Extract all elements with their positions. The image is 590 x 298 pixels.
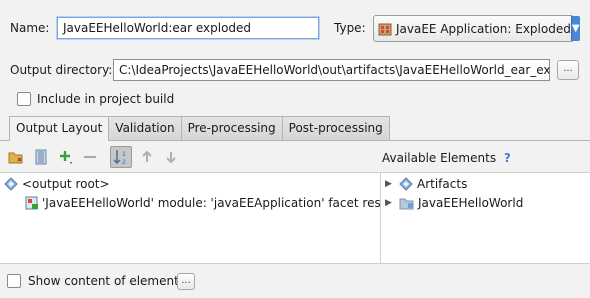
available-elements-tree[interactable]: ▶ Artifacts ▶ JavaEEHelloWorld [381,172,590,263]
chevron-down-icon[interactable]: ▼ [570,16,580,41]
move-down-icon[interactable] [163,149,179,165]
facet-resources-label: 'JavaEEHelloWorld' module: 'javaEEApplic… [42,196,421,210]
output-root-label: <output root> [22,177,110,191]
tab-bar: Output Layout Validation Pre-processing … [9,116,390,141]
output-directory-label: Output directory: [10,63,113,77]
tab-validation[interactable]: Validation [108,116,182,140]
sort-icon: 1 2 [113,150,126,166]
svg-text:2: 2 [122,159,126,166]
archive-icon[interactable] [33,149,49,165]
svg-text:1: 1 [122,151,126,158]
type-combobox[interactable]: JavaEE Application: Exploded ▼ [373,15,580,42]
expand-arrow-icon[interactable]: ▶ [385,179,399,189]
sort-elements-button[interactable]: 1 2 [110,146,132,168]
available-elements-title: Available Elements ? [382,151,511,165]
help-icon[interactable]: ? [504,151,511,165]
artifacts-label: Artifacts [417,177,468,191]
javaee-app-icon [378,22,392,36]
tab-output-layout[interactable]: Output Layout [9,116,110,141]
tab-post-processing[interactable]: Post-processing [281,116,390,140]
tree-row-output-root[interactable]: <output root> [4,175,110,193]
tree-row-facet-resources[interactable]: 'JavaEEHelloWorld' module: 'javaEEApplic… [25,194,421,212]
expand-arrow-icon[interactable]: ▶ [385,198,399,208]
tab-pre-processing[interactable]: Pre-processing [180,116,283,140]
show-content-options-button[interactable]: ... [177,273,195,290]
module-label: JavaEEHelloWorld [418,196,524,210]
output-directory-input[interactable]: C:\IdeaProjects\JavaEEHelloWorld\out\art… [113,59,550,81]
available-row-module[interactable]: ▶ JavaEEHelloWorld [385,194,523,212]
output-layout-tree[interactable]: <output root> 'JavaEEHelloWorld' module:… [0,172,421,263]
remove-icon[interactable] [82,149,98,165]
add-icon[interactable] [58,149,74,165]
name-input[interactable]: JavaEEHelloWorld:ear exploded [57,17,319,39]
available-row-artifacts[interactable]: ▶ Artifacts [385,175,467,193]
type-label: Type: [334,21,366,35]
move-up-icon[interactable] [139,149,155,165]
bottom-bar: Show content of elements ... [0,263,590,298]
output-root-icon [4,177,18,191]
browse-button[interactable]: ... [557,60,579,80]
name-label: Name: [10,21,50,35]
facet-resources-icon [25,196,39,210]
module-folder-icon [399,196,415,210]
type-value: JavaEE Application: Exploded [396,21,571,36]
create-directory-icon[interactable] [8,149,24,165]
include-in-build-checkbox[interactable] [17,92,31,106]
show-content-checkbox[interactable] [7,274,21,288]
include-in-build-label: Include in project build [37,92,175,106]
artifacts-icon [399,177,413,191]
show-content-label: Show content of elements [28,274,186,288]
